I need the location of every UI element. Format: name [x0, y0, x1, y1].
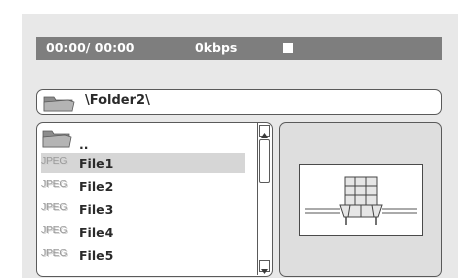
preview-frame: [299, 164, 423, 236]
bitrate-display: 0kbps: [195, 40, 238, 55]
parent-folder-label: ..: [79, 137, 89, 152]
status-bar: 00:00/ 00:00 0kbps: [36, 37, 442, 60]
list-item[interactable]: JPEG File2: [41, 176, 245, 196]
list-item-label: File5: [79, 248, 114, 263]
jpeg-file-icon: JPEG: [41, 178, 68, 190]
jpeg-file-icon: JPEG: [41, 155, 68, 167]
current-path: \Folder2\: [85, 93, 150, 108]
parent-folder-item[interactable]: ..: [41, 130, 245, 152]
scroll-down-button[interactable]: [259, 260, 270, 274]
path-bar: \Folder2\: [36, 89, 442, 115]
list-item[interactable]: JPEG File1: [41, 153, 245, 173]
photo-placeholder-icon: [305, 176, 417, 225]
time-display: 00:00/ 00:00: [46, 40, 135, 55]
scroll-thumb[interactable]: [259, 139, 270, 183]
stop-square-icon: [283, 43, 293, 53]
list-item-label: File2: [79, 179, 114, 194]
list-item[interactable]: JPEG File4: [41, 222, 245, 242]
folder-icon: [42, 93, 76, 117]
preview-pane: [279, 122, 442, 277]
jpeg-file-icon: JPEG: [41, 247, 68, 259]
list-item-label: File3: [79, 202, 114, 217]
jpeg-file-icon: JPEG: [41, 224, 68, 236]
scroll-up-button[interactable]: [259, 125, 270, 138]
folder-icon: [41, 127, 73, 153]
triangle-down-icon: [261, 269, 268, 274]
jpeg-file-icon: JPEG: [41, 201, 68, 213]
list-item[interactable]: JPEG File5: [41, 245, 245, 265]
list-item-label: File4: [79, 225, 114, 240]
list-item-label: File1: [79, 156, 114, 171]
scrollbar[interactable]: [257, 123, 271, 275]
file-list[interactable]: .. JPEG File1 JPEG File2 JPEG File3 JPEG…: [36, 122, 273, 277]
list-item[interactable]: JPEG File3: [41, 199, 245, 219]
